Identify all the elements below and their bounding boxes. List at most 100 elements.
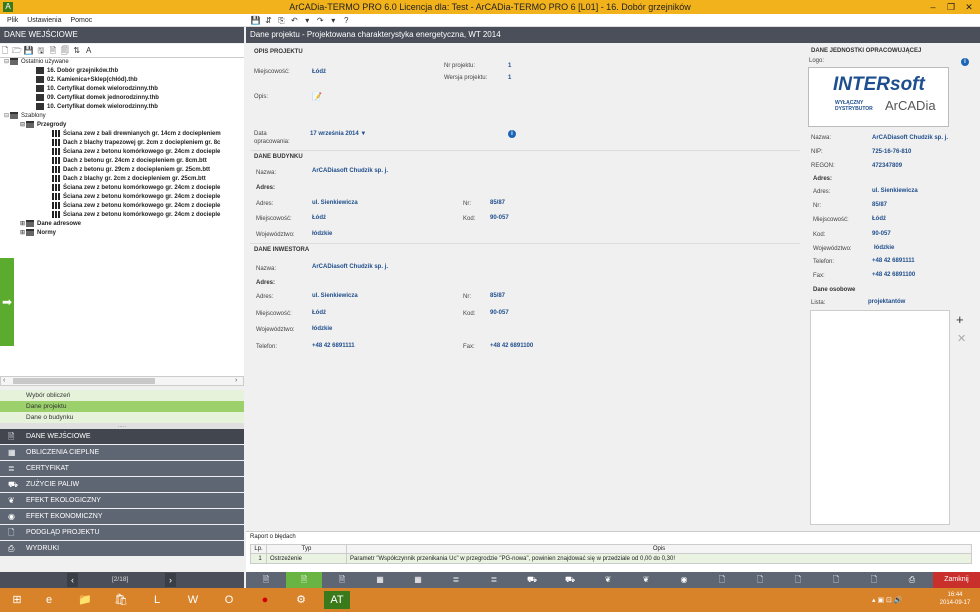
building-code-field[interactable]: 90-057 [490, 215, 509, 221]
column-header[interactable]: Typ [266, 544, 347, 554]
word-icon[interactable]: W [180, 591, 206, 609]
tree-node-partitions[interactable]: ⊟ Przegrody [0, 121, 244, 130]
input-data-icon[interactable]: 🗎 [248, 572, 284, 588]
preview-icon[interactable]: 🗋 [818, 572, 854, 588]
project-city-field[interactable]: Łódź [312, 69, 326, 75]
settings-icon[interactable]: ⚙ [288, 591, 314, 609]
investor-phone-field[interactable]: +48 42 6891111 [312, 343, 355, 349]
scroll-left-icon[interactable]: ‹ [3, 377, 5, 385]
investor-street-field[interactable]: ul. Sienkiewicza [312, 293, 358, 299]
column-header[interactable]: Opis [346, 544, 972, 554]
scroll-right-icon[interactable]: › [235, 377, 237, 385]
help-icon[interactable]: ? [341, 14, 352, 27]
tree-item[interactable]: 09. Certyfikat domek jednorodzinny.thb [0, 94, 244, 103]
tree-item[interactable]: Dach z blachy trapezowej gr. 2cm z docie… [0, 139, 244, 148]
preview-icon[interactable]: 🗋 [742, 572, 778, 588]
printer-icon[interactable]: ⎙ [894, 572, 930, 588]
tree-item[interactable]: Ściana zew z betonu komórkowego gr. 24cm… [0, 184, 244, 193]
nav-certificate[interactable]: ≣ CERTYFIKAT [0, 461, 244, 476]
truck-icon[interactable]: ⛟ [552, 572, 588, 588]
investor-code-field[interactable]: 90-057 [490, 310, 509, 316]
subnav-building-data[interactable]: Dane o budynku [0, 412, 244, 423]
preview-icon[interactable]: 🗋 [780, 572, 816, 588]
new-file-icon[interactable]: 🗋 [0, 44, 10, 58]
document-icon[interactable]: 🗎 [48, 44, 58, 58]
dropdown-icon[interactable]: ▾ [302, 14, 313, 27]
tree-node-norms[interactable]: ⊞ Normy [0, 229, 244, 238]
system-tray[interactable]: ▴ ▣ ⊡ 🔊 [872, 596, 903, 604]
investor-fax-field[interactable]: +48 42 6891100 [490, 343, 533, 349]
unit-fax-field[interactable]: +48 42 6891100 [872, 272, 915, 278]
project-nr-field[interactable]: 1 [508, 63, 511, 69]
start-icon[interactable]: ⊞ [4, 591, 30, 609]
sync-icon[interactable]: ⇵ [263, 14, 274, 27]
nav-input-data[interactable]: 🗎 DANE WEJŚCIOWE [0, 429, 244, 444]
prev-page-button[interactable]: ‹ [67, 573, 78, 587]
arcadia-icon[interactable]: AT [324, 591, 350, 609]
project-version-field[interactable]: 1 [508, 75, 511, 81]
description-edit-icon[interactable]: 📝 [312, 92, 322, 101]
redo-icon[interactable]: ↷ [315, 14, 326, 27]
nav-preview[interactable]: 🗋 PODGLĄD PROJEKTU [0, 525, 244, 540]
add-designer-button[interactable]: + [956, 312, 964, 327]
unit-nip-field[interactable]: 725-16-76-810 [872, 149, 911, 155]
list-selector[interactable]: projektantów [868, 299, 905, 305]
copy-icon[interactable]: 🗐 [60, 44, 70, 58]
tree-item[interactable]: 10. Certyfikat domek wielorodzinny.thb [0, 103, 244, 112]
sort-icon[interactable]: ⇅ [72, 44, 82, 58]
leaf-icon[interactable]: ❦ [590, 572, 626, 588]
tree-item[interactable]: Dach z betonu gr. 24cm z dociepleniem gr… [0, 157, 244, 166]
opera-icon[interactable]: ● [252, 591, 278, 609]
investor-region-field[interactable]: łódzkie [312, 326, 332, 332]
building-street-field[interactable]: ul. Sienkiewicza [312, 200, 358, 206]
tree-item[interactable]: Ściana zew z betonu komórkowego gr. 24cm… [0, 148, 244, 157]
certificate-icon[interactable]: ≣ [476, 572, 512, 588]
grid-icon[interactable]: ▦ [362, 572, 398, 588]
menu-help[interactable]: Pomoc [70, 14, 92, 27]
investor-nr-field[interactable]: 85/87 [490, 293, 505, 299]
tree-item[interactable]: 10. Certyfikat domek wielorodzinny.thb [0, 85, 244, 94]
building-name-field[interactable]: ArCADiasoft Chudzik sp. j. [312, 168, 388, 174]
menu-file[interactable]: Plik [7, 14, 18, 27]
browser-icon[interactable]: e [36, 591, 62, 609]
tree-item[interactable]: Ściana zew z betonu komórkowego gr. 24cm… [0, 202, 244, 211]
scrollbar-thumb[interactable] [13, 378, 155, 384]
tree-item[interactable]: 16. Dobór grzejników.thb [0, 67, 244, 76]
tree-item[interactable]: 02. Kamienica+Sklep(chłód).thb [0, 76, 244, 85]
date-picker[interactable]: 17 września 2014 ▼ [310, 131, 366, 137]
menu-settings[interactable]: Ustawienia [27, 14, 61, 27]
preview-icon[interactable]: 🗋 [704, 572, 740, 588]
tree-item[interactable]: Dach z blachy gr. 2cm z dociepleniem gr.… [0, 175, 244, 184]
store-icon[interactable]: 🛍 [108, 591, 134, 609]
font-icon[interactable]: A [84, 44, 94, 58]
nav-economic-effect[interactable]: ◉ EFEKT EKONOMICZNY [0, 509, 244, 524]
save-as-icon[interactable]: 🖫 [36, 44, 46, 58]
save-icon[interactable]: 💾 [24, 44, 34, 58]
tree-scrollbar[interactable]: ‹ › [0, 376, 244, 386]
tree-item[interactable]: Ściana zew z betonu komórkowego gr. 24cm… [0, 211, 244, 220]
tree-node-address[interactable]: ⊞ Dane adresowe [0, 220, 244, 229]
investor-city-field[interactable]: Łódź [312, 310, 326, 316]
investor-name-field[interactable]: ArCADiasoft Chudzik sp. j. [312, 264, 388, 270]
unit-region-field[interactable]: łódzkie [874, 245, 894, 251]
truck-icon[interactable]: ⛟ [514, 572, 550, 588]
tree-node-templates[interactable]: ⊟ Szablony [0, 112, 244, 121]
unit-code-field[interactable]: 90-057 [872, 231, 891, 237]
open-folder-icon[interactable]: 🗁 [12, 44, 22, 58]
info-icon[interactable]: i [961, 58, 969, 66]
coin-icon[interactable]: ◉ [666, 572, 702, 588]
collapse-arrow-icon[interactable]: ➡ [0, 258, 14, 346]
nav-prints[interactable]: ⎙ WYDRUKI [0, 541, 244, 556]
grid-icon[interactable]: ▦ [400, 572, 436, 588]
explorer-icon[interactable]: 📁 [72, 591, 98, 609]
maximize-button[interactable]: ❐ [942, 0, 960, 14]
column-header[interactable]: Lp. [250, 544, 267, 554]
building-region-field[interactable]: łódzkie [312, 231, 332, 237]
unit-regon-field[interactable]: 472347809 [872, 163, 902, 169]
minimize-button[interactable]: – [924, 0, 942, 14]
building-data-icon[interactable]: 🗎 [324, 572, 360, 588]
outlook-icon[interactable]: O [216, 591, 242, 609]
copy-icon[interactable]: ⎘ [276, 14, 287, 27]
designers-list[interactable] [810, 310, 950, 525]
table-row[interactable]: 1 Ostrzeżenie Parametr "Współczynnik prz… [250, 553, 972, 564]
